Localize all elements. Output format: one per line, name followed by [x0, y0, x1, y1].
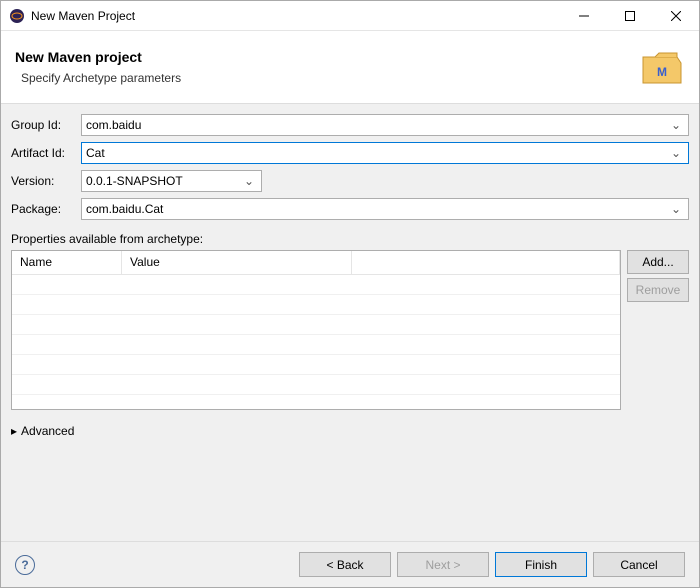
eclipse-icon [9, 8, 25, 24]
version-combo[interactable]: ⌄ [81, 170, 262, 192]
table-row [12, 315, 620, 335]
finish-button[interactable]: Finish [495, 552, 587, 577]
package-label: Package: [11, 202, 81, 216]
footer: ? < Back Next > Finish Cancel [1, 541, 699, 587]
artifact-id-combo[interactable]: ⌄ [81, 142, 689, 164]
add-button[interactable]: Add... [627, 250, 689, 274]
svg-text:M: M [657, 65, 667, 79]
content-area: Group Id: ⌄ Artifact Id: ⌄ Version: ⌄ Pa… [1, 104, 699, 541]
chevron-down-icon[interactable]: ⌄ [241, 174, 257, 188]
table-row [12, 295, 620, 315]
version-label: Version: [11, 174, 81, 188]
group-id-input[interactable] [86, 118, 668, 132]
table-row [12, 275, 620, 295]
cancel-button[interactable]: Cancel [593, 552, 685, 577]
chevron-down-icon[interactable]: ⌄ [668, 118, 684, 132]
package-combo[interactable]: ⌄ [81, 198, 689, 220]
close-button[interactable] [653, 1, 699, 30]
titlebar-text: New Maven Project [31, 9, 561, 23]
page-title: New Maven project [15, 49, 637, 65]
advanced-label: Advanced [21, 424, 74, 438]
titlebar: New Maven Project [1, 1, 699, 31]
minimize-button[interactable] [561, 1, 607, 30]
column-blank [352, 251, 620, 274]
package-input[interactable] [86, 202, 668, 216]
back-button[interactable]: < Back [299, 552, 391, 577]
version-input[interactable] [86, 174, 241, 188]
artifact-id-input[interactable] [86, 146, 668, 160]
table-row [12, 375, 620, 395]
table-row [12, 355, 620, 375]
next-button: Next > [397, 552, 489, 577]
maximize-button[interactable] [607, 1, 653, 30]
column-value[interactable]: Value [122, 251, 352, 274]
group-id-label: Group Id: [11, 118, 81, 132]
column-name[interactable]: Name [12, 251, 122, 274]
maven-icon: M [637, 43, 685, 91]
help-icon[interactable]: ? [15, 555, 35, 575]
expand-arrow-icon: ▸ [11, 424, 17, 438]
table-row [12, 335, 620, 355]
chevron-down-icon[interactable]: ⌄ [668, 146, 684, 160]
group-id-combo[interactable]: ⌄ [81, 114, 689, 136]
wizard-header: New Maven project Specify Archetype para… [1, 31, 699, 104]
artifact-id-label: Artifact Id: [11, 146, 81, 160]
page-subtitle: Specify Archetype parameters [21, 71, 637, 85]
remove-button: Remove [627, 278, 689, 302]
properties-label: Properties available from archetype: [11, 232, 689, 246]
properties-table[interactable]: Name Value [11, 250, 621, 410]
chevron-down-icon[interactable]: ⌄ [668, 202, 684, 216]
advanced-toggle[interactable]: ▸ Advanced [11, 424, 689, 438]
